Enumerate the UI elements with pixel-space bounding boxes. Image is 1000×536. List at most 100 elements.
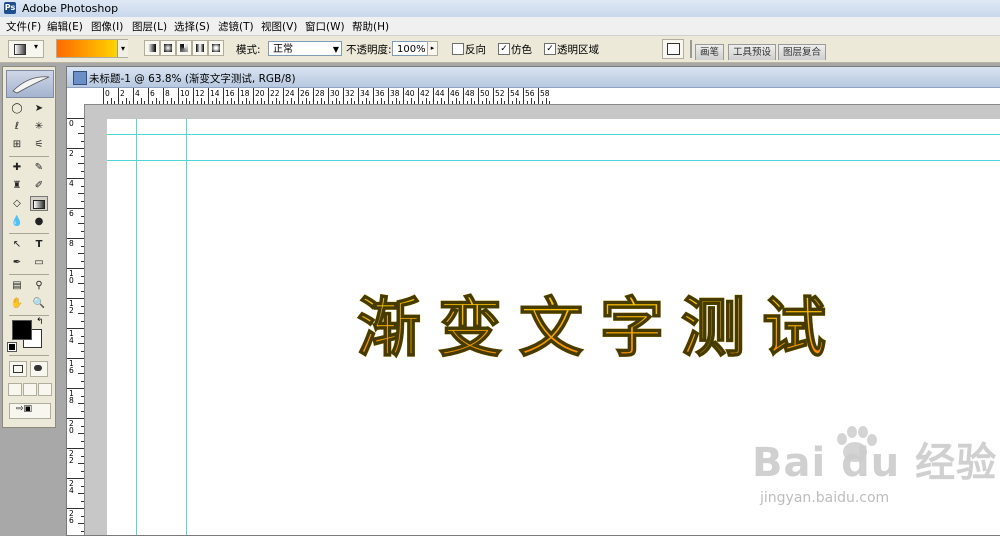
blur-tool-icon[interactable]: 💧 <box>8 214 26 229</box>
opacity-input[interactable]: 100% <box>392 41 430 56</box>
tab-layer-comps[interactable]: 图层复合 <box>778 44 827 60</box>
chevron-down-icon: ▼ <box>332 45 339 54</box>
horizontal-ruler[interactable]: 0 2 4 6 8 10 12 14 16 18 20 22 24 26 28 30 32 34 36 38 40 42 4… <box>85 88 1000 105</box>
ruler-tick <box>140 98 142 104</box>
zoom-tool-icon[interactable]: 🔍 <box>30 296 48 311</box>
ruler-label: 18 <box>69 389 74 405</box>
hand-tool-icon[interactable]: ✋ <box>8 296 26 311</box>
healing-brush-tool-icon[interactable]: ✚ <box>8 160 26 175</box>
quick-mask-button[interactable] <box>30 361 48 377</box>
linear-gradient-button[interactable] <box>144 40 160 56</box>
swap-colors-icon[interactable]: ↰ <box>36 317 44 327</box>
standard-mode-button[interactable] <box>9 361 27 377</box>
tab-brushes[interactable]: 画笔 <box>695 44 725 60</box>
marquee-tool-icon[interactable]: ◯ <box>8 101 26 116</box>
tool-preset-picker[interactable]: ▾ <box>8 40 44 58</box>
menu-help[interactable]: 帮助(H) <box>352 19 389 34</box>
pen-tool-icon[interactable]: ✒ <box>8 255 26 270</box>
ruler-origin[interactable] <box>67 88 86 105</box>
ruler-label: 26 <box>300 89 310 98</box>
history-brush-tool-icon[interactable]: ✐ <box>30 178 48 193</box>
ruler-tick <box>170 98 172 104</box>
ruler-tick <box>129 101 131 104</box>
file-browser-button[interactable] <box>662 39 684 59</box>
ruler-tick <box>67 238 84 239</box>
menu-window[interactable]: 窗口(W) <box>305 19 345 34</box>
menu-edit[interactable]: 编辑(E) <box>47 19 83 34</box>
notes-tool-icon[interactable]: ▤ <box>8 278 26 293</box>
radial-gradient-button[interactable] <box>160 40 176 56</box>
default-colors-icon[interactable] <box>7 342 17 352</box>
ruler-tick <box>81 155 84 157</box>
jump-to-imageready-button[interactable]: ⇨▣ <box>9 403 51 419</box>
document-icon <box>73 71 87 85</box>
ruler-label: 20 <box>69 419 74 435</box>
ruler-tick <box>133 88 134 104</box>
crop-tool-icon[interactable]: ⊞ <box>8 137 26 152</box>
clone-stamp-tool-icon[interactable]: ♜ <box>8 178 26 193</box>
ruler-tick <box>78 493 84 494</box>
ruler-tick <box>81 170 84 172</box>
ruler-label: 24 <box>69 479 74 495</box>
ruler-tick <box>436 101 438 104</box>
ruler-label: 2 <box>120 89 125 98</box>
ruler-label: 0 <box>69 119 74 128</box>
transparency-checkbox[interactable]: ✓ <box>544 43 556 55</box>
brush-tool-icon[interactable]: ✎ <box>30 160 48 175</box>
feather-logo-icon[interactable] <box>6 70 54 98</box>
ruler-tick <box>78 253 84 254</box>
eyedropper-tool-icon[interactable]: ⚲ <box>30 278 48 293</box>
menu-select[interactable]: 选择(S) <box>174 19 210 34</box>
gradient-picker[interactable]: ▾ <box>56 39 128 58</box>
eraser-tool-icon[interactable]: ◇ <box>8 196 26 211</box>
rectangle-tool-icon[interactable]: ▭ <box>30 255 48 270</box>
guide-horizontal[interactable] <box>107 134 1000 135</box>
menu-layer[interactable]: 图层(L) <box>132 19 167 34</box>
ruler-label: 38 <box>390 89 400 98</box>
ruler-tick <box>78 283 84 284</box>
menu-file[interactable]: 文件(F) <box>6 19 41 34</box>
ruler-tick <box>384 101 386 104</box>
guide-vertical[interactable] <box>186 119 187 535</box>
mode-select[interactable]: 正常 ▼ <box>268 41 342 56</box>
tab-tool-presets[interactable]: 工具预设 <box>728 44 777 60</box>
vertical-ruler[interactable]: 0 2 4 6 8 10 12 14 16 18 20 22 24 26 <box>67 104 85 535</box>
ruler-label: 6 <box>150 89 155 98</box>
reflected-gradient-button[interactable] <box>192 40 208 56</box>
toolbox-divider <box>9 156 49 157</box>
ruler-tick <box>470 98 472 104</box>
opacity-slider-button[interactable]: ▸ <box>427 41 438 56</box>
dodge-tool-icon[interactable]: ● <box>30 214 48 229</box>
reverse-checkbox[interactable] <box>452 43 464 55</box>
foreground-color-swatch[interactable] <box>12 320 32 340</box>
ruler-label: 32 <box>345 89 355 98</box>
screen-mode-menu-button[interactable] <box>23 383 37 396</box>
menu-image[interactable]: 图像(I) <box>91 19 123 34</box>
menu-view[interactable]: 视图(V) <box>261 19 297 34</box>
app-title: Adobe Photoshop <box>22 2 119 15</box>
screen-mode-full-button[interactable] <box>38 383 52 396</box>
guide-horizontal[interactable] <box>107 160 1000 161</box>
ruler-tick <box>81 320 84 322</box>
reverse-label: 反向 <box>465 44 486 56</box>
angle-gradient-button[interactable] <box>176 40 192 56</box>
lasso-tool-icon[interactable]: ℓ <box>8 119 26 134</box>
dither-checkbox[interactable]: ✓ <box>498 43 510 55</box>
type-tool-icon[interactable]: T <box>30 237 48 252</box>
gradient-tool-icon[interactable] <box>30 196 48 211</box>
path-selection-tool-icon[interactable]: ↖ <box>8 237 26 252</box>
ruler-tick <box>81 290 84 292</box>
toolbox-divider <box>9 315 49 316</box>
opacity-label: 不透明度: <box>346 44 392 56</box>
menu-filter[interactable]: 滤镜(T) <box>218 19 254 34</box>
screen-mode-standard-button[interactable] <box>8 383 22 396</box>
diamond-gradient-button[interactable] <box>208 40 224 56</box>
slice-tool-icon[interactable]: ⚟ <box>30 137 48 152</box>
ruler-tick <box>166 101 168 104</box>
magic-wand-tool-icon[interactable]: ✳ <box>30 119 48 134</box>
move-tool-icon[interactable]: ➤ <box>30 101 48 116</box>
ruler-label: 52 <box>495 89 505 98</box>
document-title-bar[interactable]: 未标题-1 @ 63.8% (渐变文字测试, RGB/8) <box>67 67 1000 88</box>
guide-vertical[interactable] <box>136 119 137 535</box>
ruler-tick <box>395 98 397 104</box>
